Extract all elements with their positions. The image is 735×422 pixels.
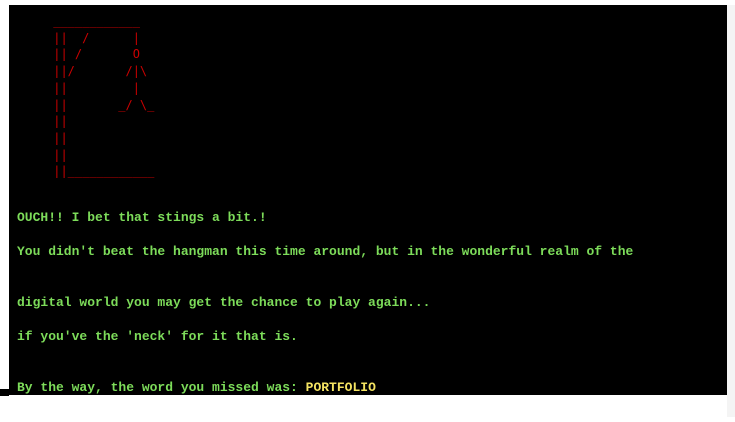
page: ____________ || / | || / O ||/ /|\ || | … [0,0,735,422]
missed-word: PORTFOLIO [305,380,376,395]
horizontal-scroll-area[interactable] [17,396,735,417]
lose-message-line-3: if you've the 'neck' for it that is. [17,329,298,344]
terminal-edge [0,389,9,396]
terminal-window: ____________ || / | || / O ||/ /|\ || | … [9,5,727,395]
missed-word-message: By the way, the word you missed was: POR… [17,380,376,395]
vertical-scroll-area[interactable] [727,5,735,417]
lose-message-line-2: digital world you may get the chance to … [17,295,431,310]
ouch-message: OUCH!! I bet that stings a bit.! [17,210,267,225]
hangman-gallows-art: ____________ || / | || / O ||/ /|\ || | … [53,14,155,179]
lose-message-line-1: You didn't beat the hangman this time ar… [17,244,634,259]
missed-word-prefix: By the way, the word you missed was: [17,380,306,395]
